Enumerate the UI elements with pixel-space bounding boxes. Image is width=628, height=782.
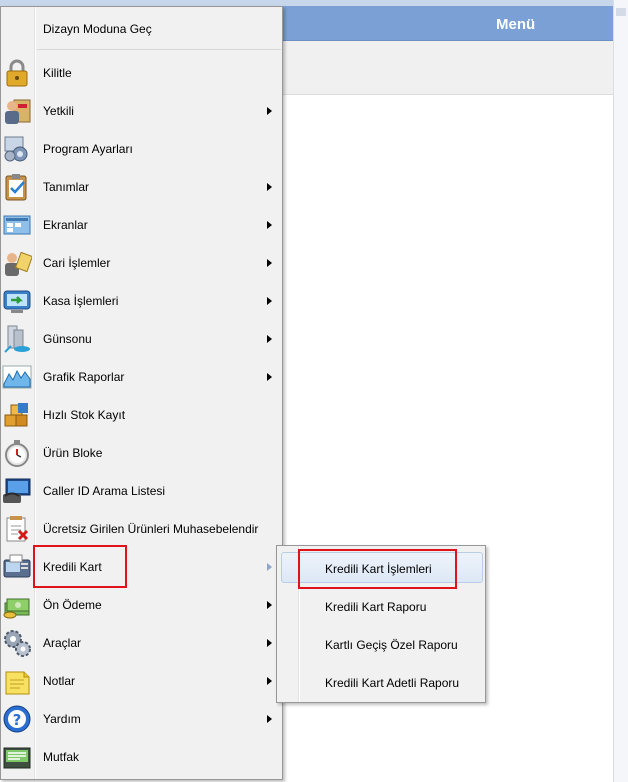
notes-icon: [2, 666, 32, 696]
free-products-icon: [2, 514, 32, 544]
right-edge: [613, 0, 628, 782]
menu-item-cash-transactions[interactable]: Kasa İşlemleri: [1, 283, 282, 319]
menu-item-prepayment[interactable]: Ön Ödeme: [1, 587, 282, 623]
lock-icon: [2, 58, 32, 88]
menu-item-product-block[interactable]: Ürün Bloke: [1, 435, 282, 471]
credit-card-icon: [2, 552, 32, 582]
submenu-item-credit-card-report[interactable]: Kredili Kart Raporu: [277, 586, 485, 622]
menu-item-label: Yetkili: [43, 104, 74, 118]
menu-item-definitions[interactable]: Tanımlar: [1, 169, 282, 205]
menu-item-design-mode[interactable]: Dizayn Moduna Geç: [1, 11, 282, 47]
submenu-item-card-access-report[interactable]: Kartlı Geçiş Özel Raporu: [277, 624, 485, 660]
menu-item-label: Grafik Raporlar: [43, 370, 125, 384]
kitchen-icon: [2, 742, 32, 772]
menu-item-label: Caller ID Arama Listesi: [43, 484, 166, 498]
stopwatch-icon: [2, 438, 32, 468]
money-icon: [2, 590, 32, 620]
window-title: Menü: [496, 16, 536, 33]
submenu-item-label: Kartlı Geçiş Özel Raporu: [325, 638, 458, 652]
menu-item-caller-id[interactable]: Caller ID Arama Listesi: [1, 473, 282, 509]
clipboard-check-icon: [2, 172, 32, 202]
submenu-arrow-icon: [267, 677, 272, 685]
menu-item-label: Ön Ödeme: [43, 598, 102, 612]
annotation-box-credit-card: [33, 545, 127, 588]
menu-item-label: Ekranlar: [43, 218, 88, 232]
chart-report-icon: [2, 362, 32, 392]
menu-item-tools[interactable]: Araçlar: [1, 625, 282, 661]
menu-item-label: Cari İşlemler: [43, 256, 111, 270]
menu-item-label: Kilitle: [43, 66, 72, 80]
menu-item-label: Dizayn Moduna Geç: [43, 22, 152, 36]
menu-item-label: Program Ayarları: [43, 142, 133, 156]
settings-icon: [2, 134, 32, 164]
menu-item-label: Tanımlar: [43, 180, 90, 194]
gears-icon: [2, 628, 32, 658]
submenu-arrow-icon: [267, 183, 272, 191]
submenu-item-label: Kredili Kart Adetli Raporu: [325, 676, 460, 690]
menu-item-label: Araçlar: [43, 636, 82, 650]
help-icon: ?: [2, 704, 32, 734]
menu-item-yetkili[interactable]: Yetkili: [1, 93, 282, 129]
menu-item-label: Kasa İşlemleri: [43, 294, 119, 308]
svg-text:?: ?: [13, 711, 22, 729]
menu-item-chart-reports[interactable]: Grafik Raporlar: [1, 359, 282, 395]
submenu-arrow-icon: [267, 107, 272, 115]
context-menu: Dizayn Moduna Geç Kilitle Yetkili Progra…: [0, 6, 283, 780]
menu-item-kitchen[interactable]: Mutfak: [1, 739, 282, 775]
menu-item-screens[interactable]: Ekranlar: [1, 207, 282, 243]
cash-register-icon: [2, 286, 32, 316]
menu-item-end-of-day[interactable]: Günsonu: [1, 321, 282, 357]
quick-stock-icon: [2, 400, 32, 430]
submenu-arrow-icon: [267, 335, 272, 343]
menu-item-lock[interactable]: Kilitle: [1, 55, 282, 91]
submenu-item-label: Kredili Kart Raporu: [325, 600, 427, 614]
end-of-day-icon: [2, 324, 32, 354]
submenu-arrow-icon: [267, 639, 272, 647]
authorized-users-icon: [2, 96, 32, 126]
caller-id-icon: [2, 476, 32, 506]
menu-item-label: Mutfak: [43, 750, 80, 764]
menu-item-customer-transactions[interactable]: Cari İşlemler: [1, 245, 282, 281]
menu-item-program-settings[interactable]: Program Ayarları: [1, 131, 282, 167]
menu-item-label: Hızlı Stok Kayıt: [43, 408, 126, 422]
menu-item-label: Günsonu: [43, 332, 92, 346]
menu-item-label: Yardım: [43, 712, 81, 726]
menu-item-notes[interactable]: Notlar: [1, 663, 282, 699]
menu-item-help[interactable]: ? Yardım: [1, 701, 282, 737]
submenu-arrow-icon: [267, 715, 272, 723]
customer-transactions-icon: [2, 248, 32, 278]
menu-separator: [37, 49, 281, 50]
submenu-arrow-icon: [267, 297, 272, 305]
submenu-arrow-icon: [267, 373, 272, 381]
menu-item-label: Notlar: [43, 674, 76, 688]
screens-icon: [2, 210, 32, 240]
submenu-arrow-icon: [267, 221, 272, 229]
annotation-box-credit-card-transactions: [298, 549, 457, 589]
menu-item-label: Ücretsiz Girilen Ürünleri Muhasebelendir: [43, 522, 259, 536]
menu-item-label: Ürün Bloke: [43, 446, 103, 460]
submenu-arrow-icon: [267, 259, 272, 267]
submenu-arrow-icon: [267, 563, 272, 571]
submenu-item-credit-card-count-report[interactable]: Kredili Kart Adetli Raporu: [277, 662, 485, 698]
submenu-arrow-icon: [267, 601, 272, 609]
menu-item-quick-stock[interactable]: Hızlı Stok Kayıt: [1, 397, 282, 433]
menu-item-free-products[interactable]: Ücretsiz Girilen Ürünleri Muhasebelendir: [1, 511, 282, 547]
